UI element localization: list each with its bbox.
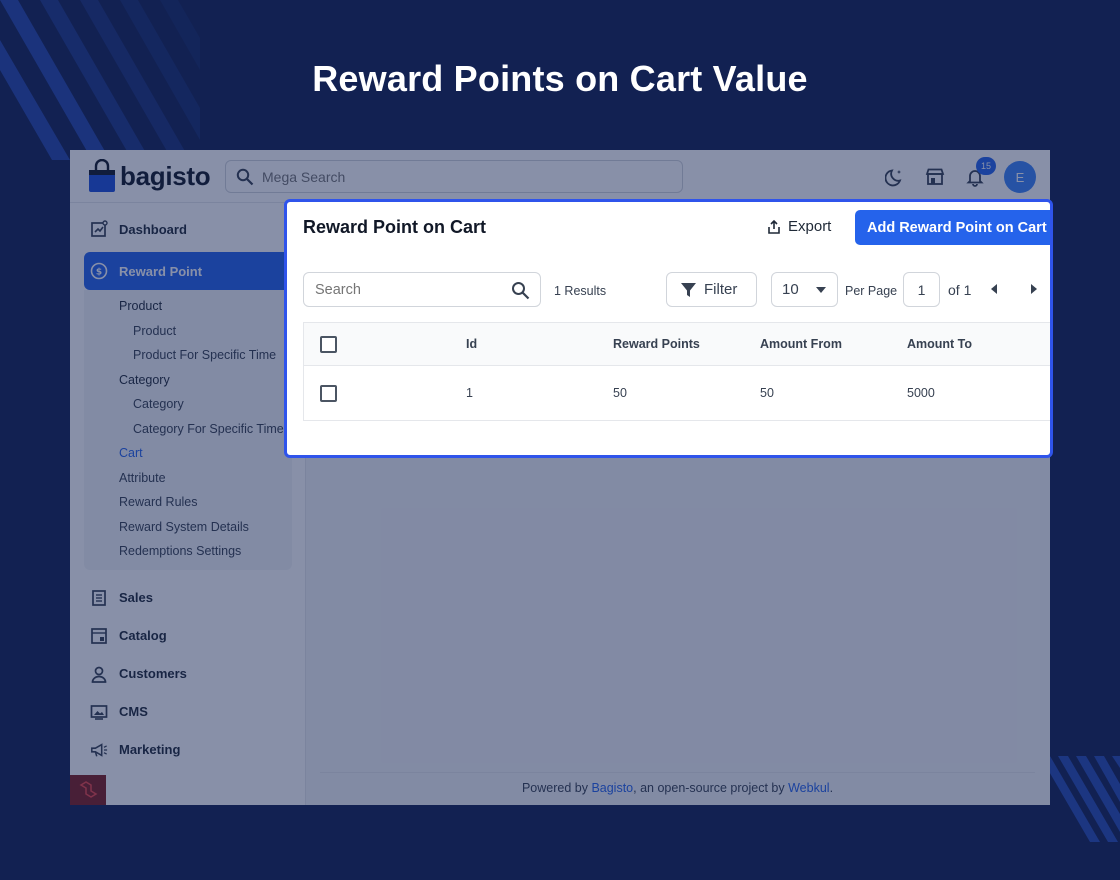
export-label: Export [788, 218, 832, 235]
table-row: 1 50 50 5000 [304, 366, 1050, 420]
filter-button[interactable]: Filter [666, 272, 757, 307]
datagrid-table: Id Reward Points Amount From Amount To 1… [303, 322, 1050, 421]
per-page-select[interactable]: 10 [771, 272, 838, 307]
hero-title: Reward Points on Cart Value [312, 58, 808, 99]
page-title: Reward Point on Cart [303, 217, 487, 237]
search-icon[interactable] [511, 281, 530, 305]
cell-id: 1 [466, 386, 473, 400]
per-page-label: Per Page [845, 284, 898, 298]
decorative-stripes-bottom-right [1040, 756, 1120, 842]
reward-point-on-cart-card: Reward Point on Cart Export Add Reward P… [284, 199, 1053, 458]
select-all-cell [320, 323, 337, 365]
caret-down-icon [816, 287, 826, 293]
page-total-label: of 1 [948, 282, 972, 298]
column-header-reward-points[interactable]: Reward Points [613, 323, 700, 365]
select-all-checkbox[interactable] [320, 335, 337, 353]
column-header-amount-to[interactable]: Amount To [907, 323, 972, 365]
column-header-id[interactable]: Id [466, 323, 477, 365]
row-select-cell [320, 366, 337, 420]
cell-amount-from: 50 [760, 386, 774, 400]
add-reward-point-button[interactable]: Add Reward Point on Cart [855, 210, 1050, 245]
datagrid-search-box[interactable] [303, 272, 541, 307]
datagrid-search-input[interactable] [315, 281, 505, 298]
results-count: 1 Results [554, 284, 607, 298]
export-icon [768, 219, 780, 234]
cell-reward-points: 50 [613, 386, 627, 400]
per-page-value: 10 [782, 281, 799, 298]
row-checkbox[interactable] [320, 384, 337, 402]
table-header: Id Reward Points Amount From Amount To [304, 323, 1050, 366]
filter-icon [681, 283, 696, 297]
export-button[interactable]: Export [766, 218, 831, 235]
filter-label: Filter [704, 281, 738, 298]
page-number-input[interactable] [903, 272, 940, 307]
next-page-icon[interactable] [1030, 284, 1038, 294]
previous-page-icon[interactable] [990, 284, 998, 294]
column-header-amount-from[interactable]: Amount From [760, 323, 842, 365]
cell-amount-to: 5000 [907, 386, 935, 400]
